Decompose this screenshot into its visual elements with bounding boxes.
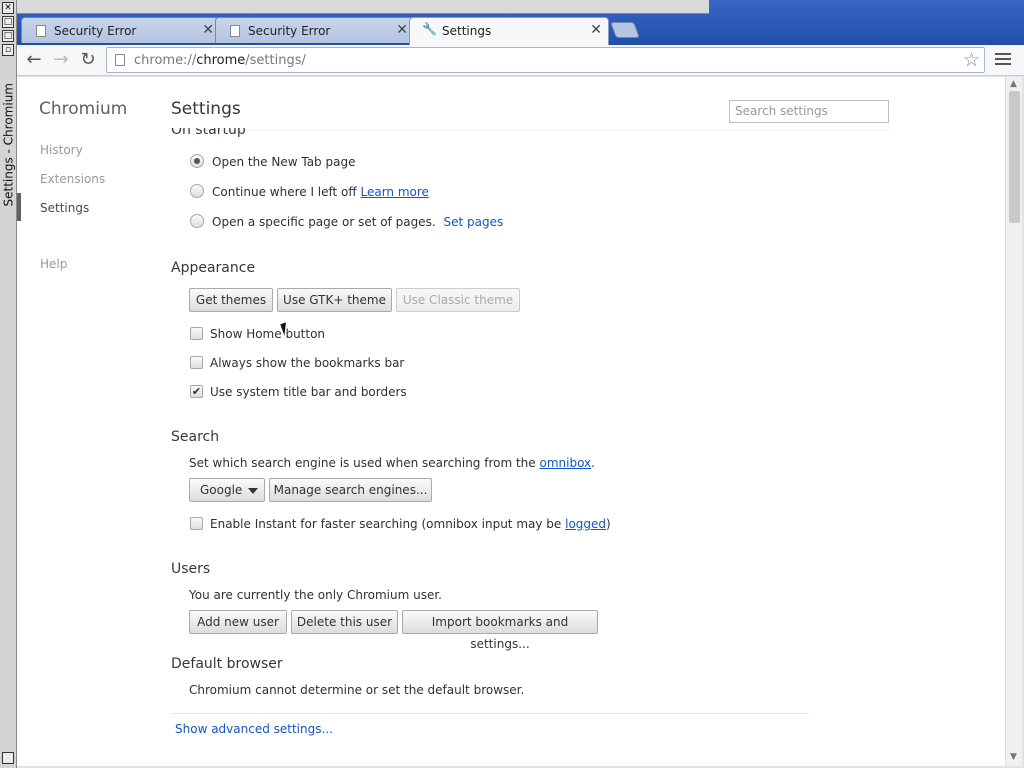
use-classic-theme-button[interactable]: Use Classic theme (396, 288, 520, 312)
search-settings-input[interactable]: Search settings (729, 100, 889, 123)
selected-marker (17, 193, 21, 221)
omnibox-link[interactable]: omnibox (540, 456, 592, 470)
menu-button[interactable] (995, 53, 1011, 67)
checkbox-label: Show Home button (210, 327, 326, 341)
divider (171, 130, 889, 131)
learn-more-link[interactable]: Learn more (360, 185, 428, 199)
radio-label: Open the New Tab page (212, 155, 356, 169)
back-button[interactable]: ← (23, 49, 45, 71)
search-engine-select[interactable]: Google (189, 478, 265, 502)
search-description: Set which search engine is used when sea… (189, 456, 595, 470)
bookmarks-bar-checkbox[interactable] (190, 356, 203, 369)
add-new-user-button[interactable]: Add new user (189, 610, 287, 634)
browser-window: Security Error ✕ Security Error ✕ 🔧 Sett… (17, 0, 1024, 768)
scrollbar-thumb[interactable] (1009, 91, 1020, 223)
checkbox-label: Always show the bookmarks bar (210, 356, 405, 370)
section-title-on-startup: On startup (171, 122, 246, 138)
radio-specific-pages[interactable] (190, 214, 204, 228)
close-icon[interactable]: ✕ (2, 2, 14, 14)
sidebar-item-extensions[interactable]: Extensions (40, 172, 105, 186)
page-title: Settings (171, 99, 241, 119)
tab-title: Security Error (54, 24, 137, 38)
resize-handle[interactable] (2, 752, 14, 764)
delete-this-user-button[interactable]: Delete this user (291, 610, 398, 634)
chevron-down-icon (248, 488, 258, 494)
sidebar-item-help[interactable]: Help (40, 257, 67, 271)
new-tab-button[interactable] (610, 22, 640, 38)
tab-title: Settings (442, 24, 492, 38)
show-home-button-checkbox[interactable] (190, 327, 203, 340)
radio-continue[interactable] (190, 184, 204, 198)
sidebar-item-settings[interactable]: Settings (40, 201, 89, 215)
logged-link[interactable]: logged (565, 517, 606, 531)
wrench-icon: 🔧 (422, 22, 437, 36)
url-text: chrome://chrome/settings/ (134, 53, 306, 68)
default-browser-description: Chromium cannot determine or set the def… (189, 683, 525, 697)
set-pages-link[interactable]: Set pages (443, 215, 503, 229)
users-description: You are currently the only Chromium user… (189, 588, 442, 602)
page-icon (36, 25, 46, 37)
tab-security-error-1[interactable]: Security Error ✕ (21, 17, 221, 43)
forward-button[interactable]: → (50, 49, 72, 71)
divider (171, 713, 809, 714)
close-icon[interactable]: ✕ (590, 22, 602, 38)
scroll-down-icon[interactable]: ▼ (1010, 752, 1017, 762)
show-advanced-settings-link[interactable]: Show advanced settings... (175, 722, 333, 736)
close-icon[interactable]: ✕ (396, 22, 408, 38)
background-window-edge (17, 0, 709, 14)
manage-search-engines-button[interactable]: Manage search engines... (269, 478, 432, 502)
section-title-default-browser: Default browser (171, 656, 283, 672)
window-titlebar: ✕ □ □ ▫ Settings - Chromium (0, 0, 17, 768)
section-title-users: Users (171, 561, 211, 577)
bookmark-star-icon[interactable]: ☆ (963, 49, 980, 71)
vertical-scrollbar[interactable]: ▲ ▼ (1005, 77, 1022, 766)
settings-page: Chromium History Extensions Settings Hel… (17, 77, 1005, 766)
omnibox[interactable]: chrome://chrome/settings/ ☆ (106, 47, 985, 73)
checkbox-label-instant: Enable Instant for faster searching (omn… (210, 517, 611, 531)
section-title-search: Search (171, 429, 220, 445)
radio-new-tab-page[interactable] (190, 154, 204, 168)
reload-button[interactable]: ↻ (77, 49, 99, 71)
section-title-appearance: Appearance (171, 260, 256, 276)
tab-title: Security Error (248, 24, 331, 38)
close-icon[interactable]: ✕ (202, 22, 214, 38)
radio-label-continue: Continue where I left off Learn more (212, 185, 429, 199)
window-title: Settings - Chromium (1, 83, 16, 207)
page-icon (230, 25, 240, 37)
tab-strip: Security Error ✕ Security Error ✕ 🔧 Sett… (17, 0, 1024, 46)
import-bookmarks-button[interactable]: Import bookmarks and settings... (402, 610, 598, 651)
app-title: Chromium (39, 99, 128, 119)
page-icon (115, 54, 125, 66)
get-themes-button[interactable]: Get themes (189, 288, 273, 312)
tab-settings[interactable]: 🔧 Settings ✕ (409, 17, 609, 46)
system-title-bar-checkbox[interactable]: ✔ (190, 385, 203, 398)
checkbox-label: Use system title bar and borders (210, 385, 407, 399)
tab-security-error-2[interactable]: Security Error ✕ (215, 17, 415, 43)
radio-label-specific: Open a specific page or set of pages. Se… (212, 215, 504, 229)
use-gtk-theme-button[interactable]: Use GTK+ theme (277, 288, 392, 312)
enable-instant-checkbox[interactable] (190, 517, 203, 530)
toolbar: ← → ↻ chrome://chrome/settings/ ☆ (17, 45, 1024, 76)
sidebar-item-history[interactable]: History (40, 143, 83, 157)
scroll-up-icon[interactable]: ▲ (1010, 79, 1017, 89)
